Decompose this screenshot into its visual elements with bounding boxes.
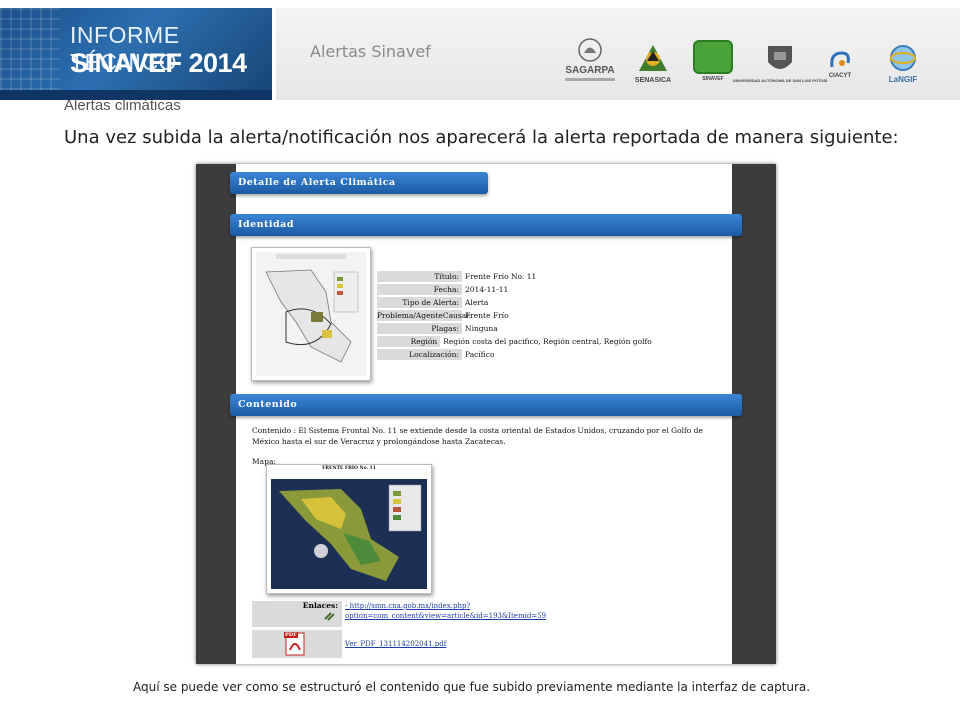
climate-map-icon (271, 469, 427, 589)
senasica-eagle-icon (639, 44, 667, 71)
detail-row: Título: Frente Frío No. 11 (377, 270, 637, 283)
app-title: Alertas Sinavef (310, 42, 431, 61)
ciacyt-label: CIACYT (828, 73, 852, 79)
links-label-cell: Enlaces: (252, 601, 342, 627)
detail-row: Fecha: 2014-11-11 (377, 283, 637, 296)
detail-key: Localización: (377, 349, 462, 360)
banner-title-line2: SINAVEF 2014 (70, 48, 247, 78)
content-map-image[interactable]: FRENTE FRÍO No. 11 (266, 464, 432, 594)
detail-value: Pacífico (465, 350, 495, 359)
intro-text: Una vez subida la alerta/notificación no… (64, 127, 899, 148)
langif-globe-icon (890, 44, 916, 71)
senasica-label: SENASICA (634, 76, 672, 84)
identity-bar: Identidad (230, 214, 742, 236)
pdf-icon-label: PDF (284, 632, 298, 638)
sagarpa-label: SAGARPA (565, 65, 615, 76)
detail-value: 2014-11-11 (465, 285, 509, 294)
banner-grid-pattern (0, 8, 60, 100)
detail-value: Frente Frío No. 11 (465, 272, 537, 281)
alert-map-thumbnail[interactable] (251, 247, 371, 381)
detail-key: Plagas: (377, 323, 462, 334)
detail-value: Alerta (465, 298, 489, 307)
detail-key: Título: (377, 271, 462, 282)
detail-bar: Detalle de Alerta Climática (230, 172, 488, 194)
detail-value: Región costa del pacifico, Región centra… (443, 337, 652, 346)
langif-label: LaNGIF (888, 74, 918, 84)
detail-value: Frente Frío (465, 311, 509, 320)
content-bar: Contenido (230, 394, 742, 416)
detail-row: Tipo de Alerta: Alerta (377, 296, 637, 309)
detail-key: Problema/AgenteCausal: (377, 310, 472, 321)
links-label: Enlaces: (302, 601, 338, 610)
map-title: FRENTE FRÍO No. 11 (322, 466, 376, 471)
senasica-logo: SENASICA (628, 30, 678, 94)
detail-row: Plagas: Ninguna (377, 322, 637, 335)
section-title: Alertas climáticas (64, 97, 181, 114)
link-chain-icon (324, 612, 335, 621)
uaslp-label: UNIVERSIDAD AUTÓNOMA DE SAN LUIS POTOSÍ (732, 77, 828, 83)
report-banner: INFORME TÉCNICO SINAVEF 2014 (0, 8, 272, 100)
ciacyt-swirl-icon (830, 51, 850, 68)
mexico-map-icon (256, 252, 366, 376)
eagle-seal-icon (578, 38, 602, 62)
sinavef-logo: SINAVEF (692, 40, 734, 82)
sagarpa-logo: SAGARPA (558, 24, 622, 94)
sagarpa-subtext-line (565, 78, 615, 81)
detail-key: Región epidemiológica: (377, 336, 441, 357)
content-text: Contenido : El Sistema Frontal No. 11 se… (252, 426, 703, 446)
detail-key: Tipo de Alerta: (377, 297, 462, 308)
pdf-link[interactable]: Ver_PDF_131114202041.pdf (342, 630, 446, 658)
ciacyt-logo: CIACYT (818, 38, 862, 90)
pdf-icon-cell: PDF (252, 630, 342, 658)
pdf-row: PDF Ver_PDF_131114202041.pdf (252, 630, 732, 658)
uaslp-logo: UNIVERSIDAD AUTÓNOMA DE SAN LUIS POTOSÍ (733, 32, 827, 92)
header: INFORME TÉCNICO SINAVEF 2014 Alertas Sin… (0, 0, 960, 108)
link-cell: - http://smn.cna.gob.mx/index.php? optio… (342, 601, 546, 627)
langif-logo: LaNGIF (880, 36, 926, 90)
detail-row: Localización: Pacífico (377, 348, 637, 361)
detail-row: Problema/AgenteCausal: Frente Frío (377, 309, 637, 322)
pdf-icon[interactable]: PDF (284, 632, 306, 656)
sinavef-label: SINAVEF (702, 76, 724, 82)
university-shield-icon (768, 45, 792, 69)
links-row: Enlaces: - http://smn.cna.gob.mx/index.p… (252, 601, 732, 627)
detail-value: Ninguna (465, 324, 498, 333)
link-url-part2[interactable]: option=com_content&view=article&id=193&I… (342, 611, 546, 621)
link-url-part1[interactable]: - http://smn.cna.gob.mx/index.php? (342, 601, 546, 611)
caption: Aquí se puede ver como se estructuró el … (133, 680, 811, 694)
sinavef-mark-icon (693, 40, 733, 74)
detail-row: Región epidemiológica:Región costa del p… (377, 335, 652, 357)
detail-key: Fecha: (377, 284, 462, 295)
